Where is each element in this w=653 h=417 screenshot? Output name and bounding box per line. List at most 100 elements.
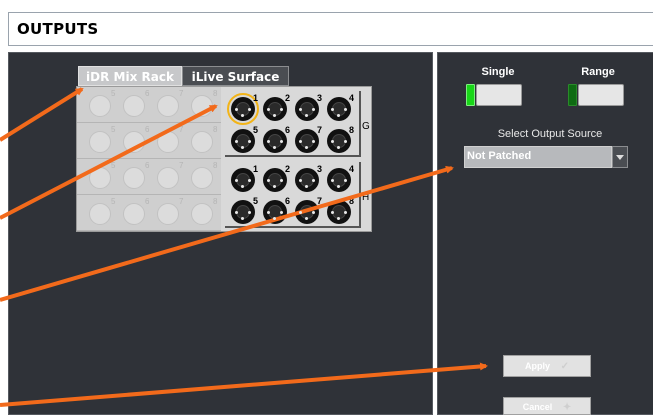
single-mode-button[interactable]	[476, 84, 522, 106]
port-group-bracket	[225, 162, 361, 228]
chevron-down-icon[interactable]	[612, 146, 628, 168]
single-mode-led	[466, 84, 475, 106]
xlr-pin	[280, 179, 283, 182]
ghost-port-number: 5	[111, 197, 116, 206]
xlr-pin	[344, 179, 347, 182]
ghost-port-number: 6	[145, 125, 150, 134]
port-group-bracket	[225, 91, 361, 157]
xlr-pin	[273, 185, 276, 188]
ghost-xlr-port	[123, 95, 145, 117]
ghost-port-number: 7	[179, 125, 184, 134]
xlr-pin	[331, 108, 334, 111]
xlr-pin	[299, 179, 302, 182]
xlr-pin	[305, 114, 308, 117]
ghost-port-number: 6	[145, 197, 150, 206]
xlr-pin	[344, 108, 347, 111]
xlr-pin	[337, 114, 340, 117]
cancel-button-label: Cancel	[522, 402, 553, 412]
xlr-pin	[299, 211, 302, 214]
xlr-pin	[273, 217, 276, 220]
xlr-pin	[280, 211, 283, 214]
ghost-xlr-port	[157, 131, 179, 153]
ghost-xlr-port	[89, 131, 111, 153]
checkmark-icon: ✓	[560, 361, 569, 372]
ghost-port-number: 8	[213, 125, 218, 134]
ghost-port-number: 7	[179, 89, 184, 98]
tab-ilive-surface[interactable]: iLive Surface	[182, 66, 289, 86]
xlr-pin	[305, 217, 308, 220]
ghost-port-number: 6	[145, 89, 150, 98]
xlr-pin	[248, 140, 251, 143]
ghost-port-number: 5	[111, 89, 116, 98]
xlr-pin	[312, 211, 315, 214]
range-mode-label: Range	[581, 66, 615, 78]
ghost-port-number: 5	[111, 161, 116, 170]
cross-sparkle-icon: ✦	[562, 402, 572, 413]
ghost-xlr-port	[89, 95, 111, 117]
ghost-xlr-port	[89, 167, 111, 189]
xlr-pin	[241, 185, 244, 188]
port-group-letter: H	[362, 192, 370, 203]
xlr-pin	[344, 140, 347, 143]
xlr-pin	[331, 140, 334, 143]
xlr-pin	[312, 140, 315, 143]
xlr-pin	[344, 211, 347, 214]
xlr-pin	[267, 211, 270, 214]
xlr-pin	[235, 179, 238, 182]
xlr-pin	[273, 114, 276, 117]
xlr-pin	[248, 211, 251, 214]
ghost-xlr-port	[191, 203, 213, 225]
output-source-value: Not Patched	[467, 150, 532, 162]
xlr-pin	[312, 179, 315, 182]
xlr-pin	[331, 211, 334, 214]
range-mode-led	[568, 84, 577, 106]
ghost-xlr-port	[123, 131, 145, 153]
xlr-pin	[241, 217, 244, 220]
apply-button[interactable]: Apply ✓	[503, 355, 591, 377]
xlr-pin	[248, 108, 251, 111]
ghost-port-number: 8	[213, 161, 218, 170]
ghost-xlr-port	[123, 203, 145, 225]
xlr-pin	[312, 108, 315, 111]
rack-view: 567856785678567812345678G12345678H	[76, 86, 372, 232]
ghost-xlr-port	[89, 203, 111, 225]
output-source-label: Select Output Source	[497, 128, 603, 140]
xlr-pin	[267, 108, 270, 111]
window-titlebar: OUTPUTS	[8, 12, 653, 46]
port-group-letter: G	[362, 121, 370, 132]
ghost-xlr-port	[191, 95, 213, 117]
xlr-pin	[331, 179, 334, 182]
cancel-button[interactable]: Cancel ✦	[503, 397, 591, 415]
xlr-pin	[248, 179, 251, 182]
xlr-pin	[337, 217, 340, 220]
ghost-xlr-port	[157, 203, 179, 225]
apply-button-label: Apply	[525, 361, 551, 371]
xlr-pin	[337, 146, 340, 149]
xlr-pin	[280, 108, 283, 111]
xlr-pin	[235, 211, 238, 214]
xlr-pin	[235, 108, 238, 111]
xlr-pin	[241, 146, 244, 149]
ghost-port-number: 5	[111, 125, 116, 134]
ghost-xlr-port	[157, 95, 179, 117]
ghost-port-number: 7	[179, 197, 184, 206]
xlr-pin	[280, 140, 283, 143]
xlr-pin	[337, 185, 340, 188]
ghost-port-number: 6	[145, 161, 150, 170]
tab-idr-mix-rack[interactable]: iDR Mix Rack	[78, 66, 182, 86]
ghost-port-number: 7	[179, 161, 184, 170]
ghost-port-number: 8	[213, 89, 218, 98]
window-title: OUTPUTS	[17, 20, 99, 38]
ghost-xlr-port	[123, 167, 145, 189]
range-mode-button[interactable]	[578, 84, 624, 106]
xlr-pin	[235, 140, 238, 143]
output-source-select[interactable]: Not Patched	[464, 146, 612, 168]
xlr-pin	[273, 146, 276, 149]
ghost-xlr-port	[157, 167, 179, 189]
ghost-xlr-port	[191, 167, 213, 189]
xlr-pin	[305, 146, 308, 149]
xlr-pin	[241, 114, 244, 117]
xlr-pin	[299, 108, 302, 111]
ghost-port-number: 8	[213, 197, 218, 206]
xlr-pin	[267, 179, 270, 182]
